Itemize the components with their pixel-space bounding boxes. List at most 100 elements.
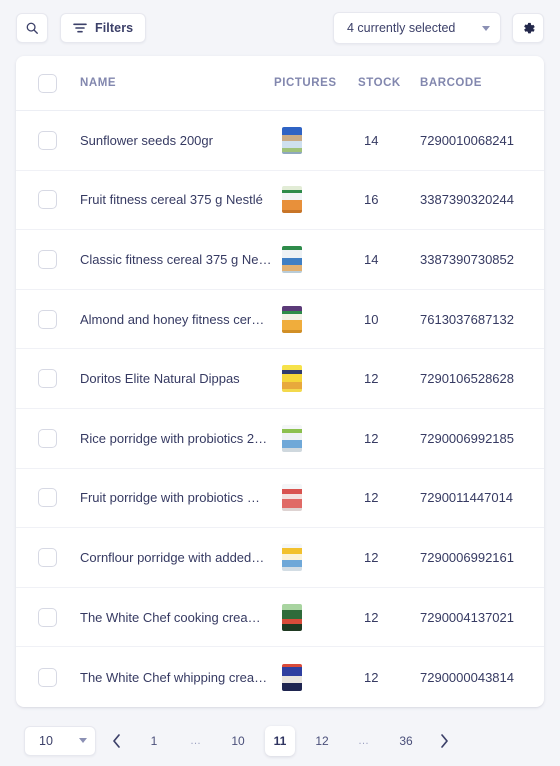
settings-button[interactable]: [512, 13, 544, 43]
row-checkbox[interactable]: [37, 309, 57, 329]
search-button[interactable]: [16, 13, 48, 43]
row-checkbox[interactable]: [37, 130, 57, 150]
table-row[interactable]: Sunflower seeds 200gr 14 7290010068241: [16, 111, 544, 171]
cell-name: Almond and honey fitness cer…: [78, 312, 274, 327]
product-thumbnail-whipping-cream[interactable]: [282, 663, 302, 691]
stock-value: 12: [364, 490, 379, 506]
page-number-list: 1 … 10 11 12 … 36: [133, 725, 427, 756]
filters-label: Filters: [95, 21, 134, 35]
page-size-value: 10: [39, 733, 53, 748]
pagination-ellipsis: …: [358, 734, 370, 747]
cell-picture: [274, 663, 358, 691]
table-row[interactable]: Fruit porridge with probiotics … 12 729001…: [16, 469, 544, 529]
cell-name: Sunflower seeds 200gr: [78, 133, 274, 148]
barcode-value: 7290004137021: [420, 609, 514, 625]
next-page-button[interactable]: [429, 726, 459, 756]
cell-stock: 10: [358, 312, 420, 327]
row-checkbox[interactable]: [37, 428, 57, 448]
product-thumbnail-rice-porridge[interactable]: [282, 424, 302, 452]
product-thumbnail-doritos-dippas[interactable]: [282, 365, 302, 393]
page-number-button[interactable]: 1: [139, 726, 169, 756]
page-number-button[interactable]: 10: [223, 726, 253, 756]
cell-name: Fruit porridge with probiotics …: [78, 490, 274, 505]
row-select-cell: [16, 369, 78, 389]
select-all-checkbox[interactable]: [37, 73, 57, 93]
row-checkbox[interactable]: [37, 190, 57, 210]
stock-value: 12: [364, 609, 379, 625]
table-row[interactable]: Doritos Elite Natural Dippas 12 7290106528…: [16, 349, 544, 409]
row-select-cell: [16, 607, 78, 627]
table-row[interactable]: Cornflour porridge with added… 12 72900069…: [16, 528, 544, 588]
cell-stock: 14: [358, 252, 420, 267]
table-row[interactable]: The White Chef whipping crea… 12 729000004…: [16, 647, 544, 707]
filters-button[interactable]: Filters: [60, 13, 147, 43]
cell-name: Rice porridge with probiotics 2…: [78, 431, 274, 446]
product-name: Doritos Elite Natural Dippas: [80, 371, 240, 387]
gear-icon: [521, 21, 536, 36]
stock-value: 12: [364, 669, 379, 685]
cell-barcode: 7290000043814: [420, 670, 544, 685]
row-checkbox[interactable]: [37, 547, 57, 567]
cell-name: Cornflour porridge with added…: [78, 550, 274, 565]
table-header-row: NAME PICTURES STOCK BARCODE: [16, 56, 544, 111]
barcode-value: 7290106528628: [420, 371, 514, 387]
table-row[interactable]: Fruit fitness cereal 375 g Nestlé 16 33873…: [16, 171, 544, 231]
row-checkbox[interactable]: [37, 488, 57, 508]
table-row[interactable]: Almond and honey fitness cer… 10 761303768…: [16, 290, 544, 350]
selection-dropdown[interactable]: 4 currently selected: [333, 12, 501, 44]
cell-stock: 12: [358, 610, 420, 625]
barcode-value: 7290006992185: [420, 430, 514, 446]
cell-barcode: 7290010068241: [420, 133, 544, 148]
column-header-stock[interactable]: STOCK: [358, 77, 420, 89]
row-select-cell: [16, 249, 78, 269]
cell-stock: 12: [358, 670, 420, 685]
page-size-dropdown[interactable]: 10: [24, 725, 96, 756]
cell-picture: [274, 305, 358, 333]
product-name: Cornflour porridge with added…: [80, 549, 265, 565]
row-checkbox[interactable]: [37, 369, 57, 389]
table-row[interactable]: Classic fitness cereal 375 g Ne… 14 338739…: [16, 230, 544, 290]
product-thumbnail-cornflour-porridge[interactable]: [282, 543, 302, 571]
page-number-button[interactable]: 11: [265, 725, 295, 756]
product-name: Fruit porridge with probiotics …: [80, 490, 260, 506]
row-select-cell: [16, 130, 78, 150]
row-select-cell: [16, 547, 78, 567]
cell-stock: 12: [358, 371, 420, 386]
row-select-cell: [16, 667, 78, 687]
barcode-value: 7613037687132: [420, 311, 514, 327]
product-thumbnail-sunflower-seeds[interactable]: [282, 126, 302, 154]
barcode-value: 7290000043814: [420, 669, 514, 685]
previous-page-button[interactable]: [101, 726, 131, 756]
cell-barcode: 7290106528628: [420, 371, 544, 386]
product-thumbnail-classic-fitness-cereal[interactable]: [282, 245, 302, 273]
product-thumbnail-almond-honey-cereal[interactable]: [282, 305, 302, 333]
table-row[interactable]: Rice porridge with probiotics 2… 12 729000…: [16, 409, 544, 469]
cell-barcode: 3387390320244: [420, 192, 544, 207]
barcode-value: 3387390730852: [420, 251, 514, 267]
column-header-pictures[interactable]: PICTURES: [274, 77, 358, 89]
cell-name: Classic fitness cereal 375 g Ne…: [78, 252, 274, 267]
product-thumbnail-fruit-fitness-cereal[interactable]: [282, 186, 302, 214]
barcode-value: 7290011447014: [420, 490, 514, 506]
cell-stock: 14: [358, 133, 420, 148]
cell-barcode: 3387390730852: [420, 252, 544, 267]
table-row[interactable]: The White Chef cooking crea… 12 7290004137…: [16, 588, 544, 648]
row-checkbox[interactable]: [37, 249, 57, 269]
cell-picture: [274, 186, 358, 214]
column-header-barcode[interactable]: BARCODE: [420, 77, 544, 89]
cell-name: The White Chef whipping crea…: [78, 670, 274, 685]
page-number-button[interactable]: 12: [307, 726, 337, 756]
row-checkbox[interactable]: [37, 607, 57, 627]
page-number-button[interactable]: 36: [391, 726, 421, 756]
selection-dropdown-value: 4 currently selected: [347, 21, 456, 35]
stock-value: 10: [364, 311, 379, 327]
cell-name: Fruit fitness cereal 375 g Nestlé: [78, 192, 274, 207]
product-thumbnail-cooking-cream[interactable]: [282, 603, 302, 631]
product-name: The White Chef whipping crea…: [80, 669, 268, 685]
column-header-name[interactable]: NAME: [78, 77, 274, 89]
cell-picture: [274, 126, 358, 154]
product-thumbnail-fruit-porridge[interactable]: [282, 484, 302, 512]
row-checkbox[interactable]: [37, 667, 57, 687]
cell-picture: [274, 484, 358, 512]
row-select-cell: [16, 428, 78, 448]
